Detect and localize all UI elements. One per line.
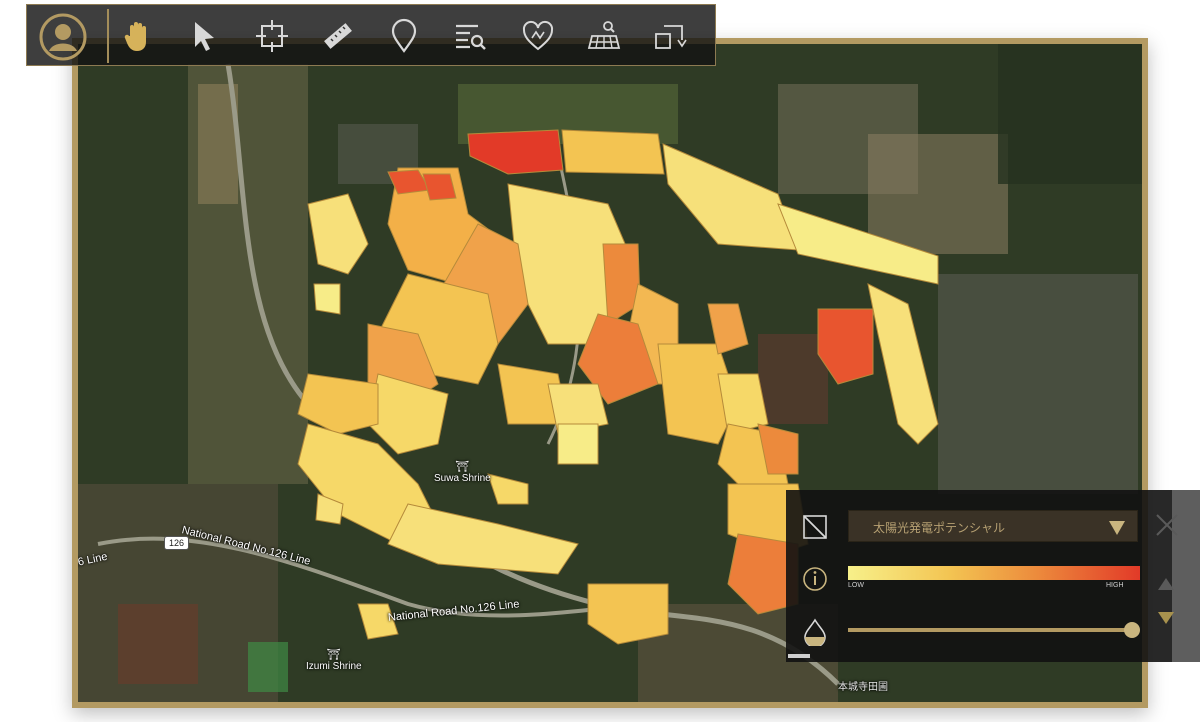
collapse-handle[interactable] [788, 654, 810, 658]
select-area-icon [256, 20, 288, 52]
heart-map-icon [522, 20, 554, 51]
opacity-drop-icon [804, 618, 826, 646]
layer-select-value: 太陽光発電ポテンシャル [873, 521, 1006, 535]
pin-button[interactable] [383, 15, 425, 57]
measure-button[interactable] [317, 15, 359, 57]
legend-high-label: HIGH [1106, 582, 1124, 589]
shrine-name: Suwa Shrine [434, 473, 491, 484]
shrine-label-izumi: ⛩ Izumi Shrine [306, 648, 362, 672]
ruler-icon [324, 23, 352, 49]
list-search-button[interactable] [449, 15, 491, 57]
close-icon[interactable] [1154, 512, 1180, 538]
chevron-down-icon [1109, 521, 1125, 535]
solar-panel-search-icon [587, 21, 621, 49]
solar-search-button[interactable] [583, 15, 625, 57]
map-pin-icon [391, 18, 417, 53]
user-avatar-icon[interactable] [39, 13, 87, 61]
route-shield: 126 [164, 536, 190, 550]
map-toolbar [26, 4, 716, 66]
move-down-icon[interactable] [1158, 612, 1174, 624]
layer-select[interactable]: 太陽光発電ポテンシャル [848, 510, 1138, 542]
opacity-slider-track[interactable] [848, 628, 1132, 632]
pointer-arrow-icon [195, 22, 214, 51]
info-icon [803, 567, 827, 591]
shrine-name: Izumi Shrine [306, 661, 362, 672]
select-area-button[interactable] [251, 15, 293, 57]
list-search-icon [456, 24, 486, 50]
pointer-button[interactable] [183, 15, 225, 57]
legend-low-label: LOW [848, 582, 864, 589]
shrine-icon: ⛩ [455, 461, 470, 473]
shrine-label-suwa: ⛩ Suwa Shrine [434, 460, 491, 484]
hand-pan-icon [124, 22, 146, 51]
move-up-icon[interactable] [1158, 578, 1174, 590]
layers-export-icon [655, 25, 687, 49]
place-label: 本城寺田圃 [838, 682, 888, 693]
opacity-slider-handle[interactable] [1124, 622, 1140, 638]
hand-pan-button[interactable] [117, 15, 159, 57]
shrine-icon: ⛩ [326, 649, 341, 661]
toolbar-divider [107, 9, 109, 63]
layer-panel: 太陽光発電ポテンシャル LOW HIGH [786, 490, 1172, 662]
layers-export-button[interactable] [649, 15, 691, 57]
legend-gradient [848, 566, 1140, 580]
layer-type-icon [803, 515, 827, 539]
favorites-map-button[interactable] [517, 15, 559, 57]
